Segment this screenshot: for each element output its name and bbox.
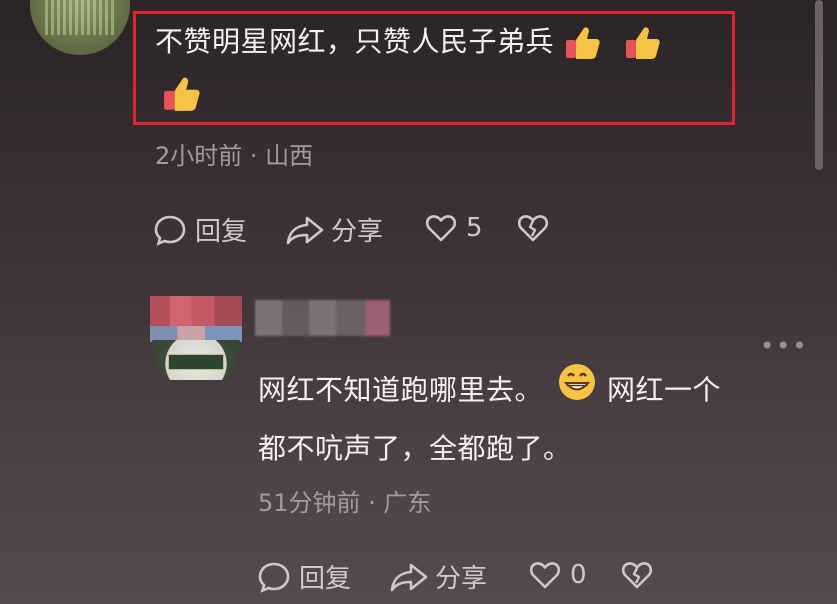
comment-text-line: 网红不知道跑哪里去。	[258, 373, 544, 407]
username-blurred[interactable]	[255, 300, 390, 336]
comment-text-line: 不赞明星网红，只赞人民子弟兵	[155, 25, 555, 58]
broken-heart-icon	[517, 215, 549, 242]
reply-label: 回复	[299, 564, 352, 594]
comment-text: 网红不知道跑哪里去。 网红一个 都不吭声了，全都跑了。	[258, 362, 798, 477]
thumbs-up-icon	[624, 24, 662, 62]
reply-button[interactable]: 回复	[257, 558, 351, 595]
heart-icon	[529, 562, 561, 589]
share-button[interactable]: 分享	[389, 558, 487, 595]
share-button[interactable]: 分享	[285, 211, 383, 248]
reply-label: 回复	[195, 217, 248, 247]
avatar[interactable]	[30, 0, 130, 55]
dislike-button[interactable]	[620, 558, 654, 592]
like-button[interactable]: 5	[424, 211, 483, 245]
thumbs-up-icon	[564, 24, 602, 62]
comment-text: 不赞明星网红，只赞人民子弟兵	[155, 14, 735, 70]
comment-text-line: 网红一个	[607, 373, 722, 407]
avatar-sign	[168, 354, 224, 370]
comment-meta: 51分钟前 · 广东	[258, 489, 432, 517]
comment-meta: 2小时前 · 山西	[155, 142, 314, 170]
broken-heart-icon	[621, 562, 653, 589]
like-button[interactable]: 0	[528, 558, 587, 592]
dislike-button[interactable]	[516, 211, 550, 245]
comment-text-line: 都不吭声了，全都跑了。	[258, 432, 572, 465]
like-count: 5	[466, 213, 483, 243]
like-count: 0	[570, 560, 587, 590]
comment-bubble-icon	[258, 562, 290, 593]
reply-button[interactable]: 回复	[153, 211, 247, 248]
share-arrow-icon	[390, 563, 428, 591]
heart-icon	[425, 215, 457, 242]
scrollbar[interactable]	[815, 0, 823, 170]
share-label: 分享	[331, 217, 384, 247]
avatar[interactable]	[150, 296, 242, 380]
grinning-face-icon	[557, 362, 597, 421]
thumbs-up-icon	[162, 74, 202, 118]
share-label: 分享	[435, 564, 488, 594]
more-options-button[interactable]: •••	[760, 332, 808, 360]
avatar-pixel-block	[150, 326, 242, 342]
share-arrow-icon	[286, 216, 324, 244]
comment-bubble-icon	[154, 215, 186, 246]
